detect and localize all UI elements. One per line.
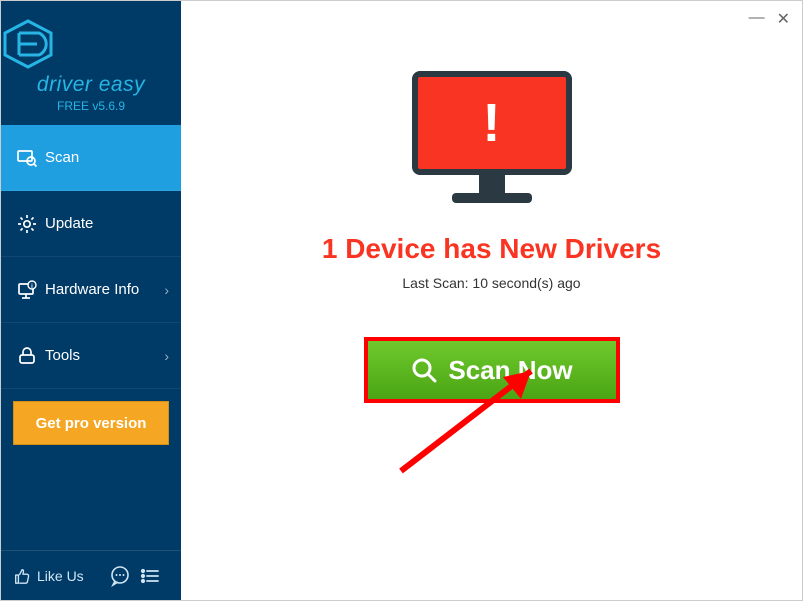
brand-logo-area: driver easy FREE v5.6.9 (1, 1, 181, 125)
sidebar-item-hardware-info[interactable]: i Hardware Info › (1, 257, 181, 323)
sidebar: driver easy FREE v5.6.9 Scan Update i Ha… (1, 1, 181, 600)
settings-list-button[interactable] (139, 565, 169, 587)
monitor-screen-icon: ! (412, 71, 572, 175)
scan-now-label: Scan Now (448, 355, 572, 386)
alert-monitor-graphic: ! (412, 71, 572, 221)
brand-name: driver easy (1, 73, 181, 97)
brand-version: FREE v5.6.9 (1, 99, 181, 113)
minimize-button[interactable]: — (749, 9, 765, 29)
magnifier-icon (410, 356, 438, 384)
get-pro-button[interactable]: Get pro version (13, 401, 169, 445)
monitor-neck (479, 175, 505, 193)
sidebar-item-scan[interactable]: Scan (1, 125, 181, 191)
sidebar-item-label: Update (45, 215, 93, 232)
scan-result-headline: 1 Device has New Drivers (322, 233, 661, 265)
scan-icon (17, 148, 45, 168)
sidebar-item-label: Tools (45, 347, 80, 364)
scan-now-button[interactable]: Scan Now (364, 337, 620, 403)
monitor-base (452, 193, 532, 203)
list-icon (139, 565, 161, 587)
gear-icon (17, 214, 45, 234)
window-controls: — ✕ (749, 9, 790, 29)
thumbs-up-icon (13, 567, 31, 585)
sidebar-item-label: Hardware Info (45, 281, 139, 298)
feedback-button[interactable] (109, 565, 139, 587)
exclamation-icon: ! (483, 92, 501, 154)
get-pro-label: Get pro version (36, 415, 147, 432)
sidebar-bottom-bar: Like Us (1, 550, 181, 600)
like-us-button[interactable]: Like Us (13, 567, 109, 585)
sidebar-item-update[interactable]: Update (1, 191, 181, 257)
chevron-right-icon: › (164, 348, 169, 364)
tools-icon (17, 346, 45, 366)
main-content: — ✕ ! 1 Device has New Drivers Last Scan… (181, 1, 802, 600)
chevron-right-icon: › (164, 282, 169, 298)
last-scan-text: Last Scan: 10 second(s) ago (402, 275, 580, 291)
brand-logo-icon (1, 19, 55, 69)
hardware-icon: i (17, 280, 45, 300)
like-us-label: Like Us (37, 568, 84, 584)
close-button[interactable]: ✕ (777, 9, 790, 29)
sidebar-item-label: Scan (45, 149, 79, 166)
sidebar-item-tools[interactable]: Tools › (1, 323, 181, 389)
chat-bubble-icon (109, 565, 131, 587)
